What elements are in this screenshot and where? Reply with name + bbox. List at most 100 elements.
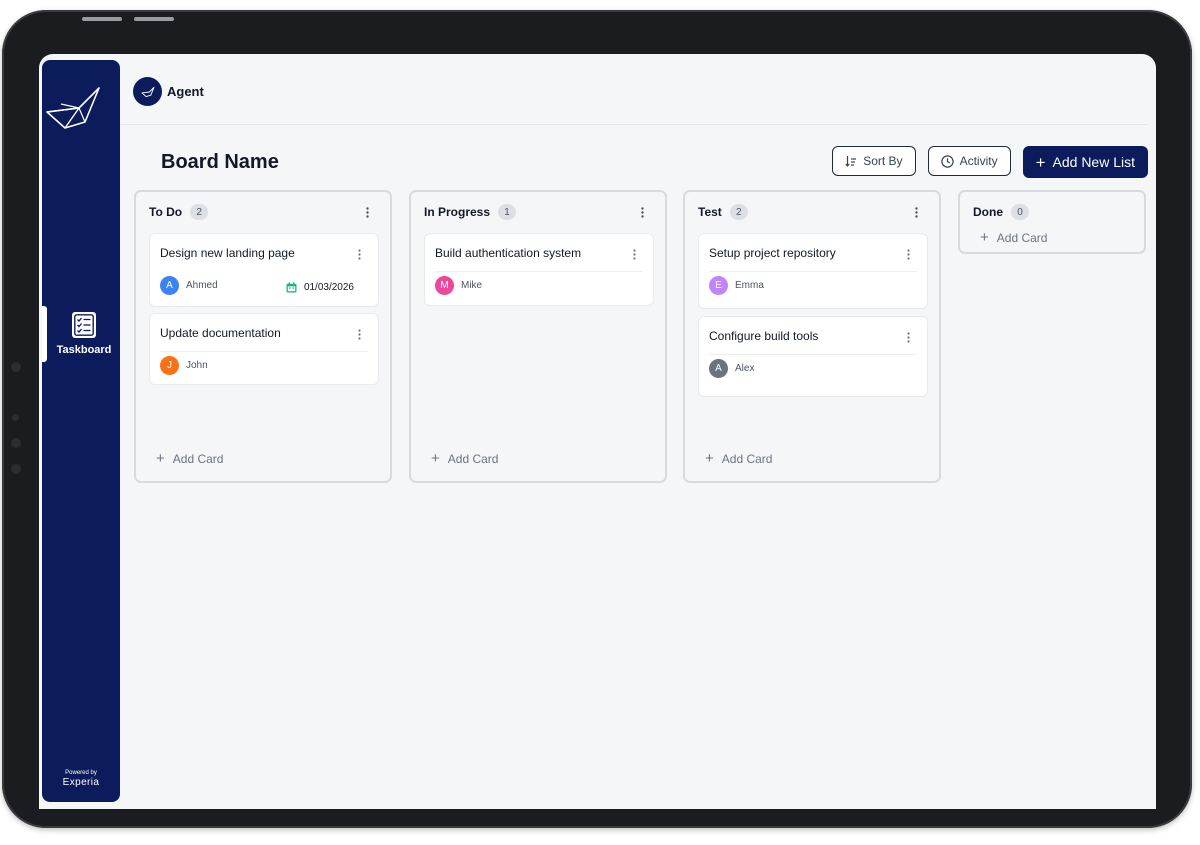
avatar: E	[709, 276, 728, 295]
list-header: Test 2	[698, 204, 748, 220]
list-test: Test 2 Setup project repository E Emma C…	[683, 190, 941, 483]
page-title: Board Name	[161, 151, 279, 173]
sort-by-label: Sort By	[863, 154, 903, 168]
powered-by: Powered by Experia	[42, 770, 120, 788]
sidebar-item-taskboard[interactable]: Taskboard	[42, 306, 120, 362]
bird-logo-icon	[141, 86, 154, 97]
list-in-progress: In Progress 1 Build authentication syste…	[409, 190, 667, 483]
add-card-label: Add Card	[172, 451, 224, 466]
card-divider	[709, 354, 917, 355]
avatar: M	[435, 276, 454, 295]
assignee: A Alex	[709, 359, 754, 378]
list-done: Done 0 + Add Card	[958, 190, 1146, 254]
tablet-frame: Taskboard Powered by Experia Agent Board…	[2, 10, 1192, 828]
task-card[interactable]: Setup project repository E Emma	[698, 233, 928, 309]
task-card[interactable]: Design new landing page A Ahmed 01/03/20…	[149, 233, 379, 307]
brand-name: Experia	[62, 777, 100, 788]
activity-label: Activity	[959, 154, 998, 168]
bird-logo-icon	[46, 87, 100, 129]
assignee-name: Alex	[735, 363, 755, 374]
sort-icon	[845, 156, 857, 167]
card-menu-icon[interactable]	[901, 246, 915, 262]
assignee: A Ahmed	[160, 276, 218, 295]
sort-by-button[interactable]: Sort By	[832, 146, 916, 176]
card-title: Design new landing page	[160, 246, 295, 260]
list-header: Done 0	[973, 204, 1029, 220]
active-indicator	[42, 306, 47, 362]
plus-icon: +	[980, 229, 989, 246]
assignee-name: Ahmed	[186, 280, 218, 291]
add-card-button[interactable]: + Add Card	[705, 451, 772, 466]
sidebar-item-label: Taskboard	[56, 344, 112, 356]
plus-icon: +	[705, 450, 714, 467]
card-title: Setup project repository	[709, 246, 836, 260]
add-new-list-button[interactable]: + Add New List	[1022, 146, 1148, 178]
assignee: M Mike	[435, 276, 482, 295]
task-card[interactable]: Build authentication system M Mike	[424, 233, 654, 306]
card-divider	[435, 271, 643, 272]
task-card[interactable]: Configure build tools A Alex	[698, 316, 928, 397]
side-sensor	[11, 362, 21, 372]
checklist-icon	[71, 312, 96, 338]
clock-icon	[940, 154, 954, 168]
plus-icon: +	[1035, 152, 1046, 172]
card-title: Update documentation	[160, 326, 281, 340]
count-badge: 1	[498, 204, 517, 220]
add-card-button[interactable]: + Add Card	[980, 230, 1047, 245]
board-toolbar: Sort By Activity + Add New List	[832, 146, 1148, 178]
agent-avatar[interactable]	[133, 77, 162, 106]
card-divider	[709, 271, 917, 272]
due-date-value: 01/03/2026	[303, 282, 354, 293]
count-badge: 2	[190, 204, 209, 220]
camera-dot	[12, 414, 19, 421]
activity-button[interactable]: Activity	[927, 146, 1011, 176]
power-button	[134, 17, 174, 21]
add-new-list-label: Add New List	[1052, 154, 1135, 170]
list-menu-icon[interactable]	[360, 204, 374, 220]
calendar-icon	[286, 282, 297, 293]
card-title: Build authentication system	[435, 246, 582, 260]
card-title: Configure build tools	[709, 329, 819, 343]
list-title: In Progress	[424, 205, 491, 219]
volume-button	[82, 17, 122, 21]
sidebar: Taskboard Powered by Experia	[42, 60, 120, 802]
due-date: 01/03/2026	[286, 282, 354, 293]
assignee-name: Emma	[735, 280, 764, 291]
list-title: Done	[973, 205, 1003, 219]
app-screen: Taskboard Powered by Experia Agent Board…	[39, 54, 1156, 809]
task-card[interactable]: Update documentation J John	[149, 313, 379, 385]
add-card-button[interactable]: + Add Card	[156, 451, 223, 466]
avatar: A	[709, 359, 728, 378]
list-menu-icon[interactable]	[909, 204, 923, 220]
list-header: In Progress 1	[424, 204, 517, 220]
assignee: E Emma	[709, 276, 764, 295]
list-to-do: To Do 2 Design new landing page A Ahmed	[134, 190, 392, 483]
agent-name[interactable]: Agent	[167, 84, 204, 99]
list-title: To Do	[149, 205, 183, 219]
topbar: Agent	[133, 77, 204, 106]
card-menu-icon[interactable]	[352, 246, 366, 262]
side-sensor	[11, 438, 21, 448]
list-menu-icon[interactable]	[635, 204, 649, 220]
assignee-name: John	[186, 360, 208, 371]
assignee-name: Mike	[461, 280, 483, 291]
avatar: J	[160, 356, 179, 375]
add-card-label: Add Card	[721, 451, 773, 466]
card-divider	[160, 351, 368, 352]
assignee: J John	[160, 356, 208, 375]
powered-by-label: Powered by	[65, 770, 97, 776]
add-card-button[interactable]: + Add Card	[431, 451, 498, 466]
topbar-divider	[120, 124, 1148, 125]
list-header: To Do 2	[149, 204, 209, 220]
add-card-label: Add Card	[447, 451, 499, 466]
card-menu-icon[interactable]	[901, 329, 915, 345]
card-menu-icon[interactable]	[352, 326, 366, 342]
plus-icon: +	[156, 450, 165, 467]
plus-icon: +	[431, 450, 440, 467]
count-badge: 0	[1011, 204, 1029, 220]
side-sensor	[11, 464, 21, 474]
count-badge: 2	[729, 204, 748, 220]
card-menu-icon[interactable]	[627, 246, 641, 262]
add-card-label: Add Card	[996, 230, 1048, 245]
avatar: A	[160, 276, 179, 295]
